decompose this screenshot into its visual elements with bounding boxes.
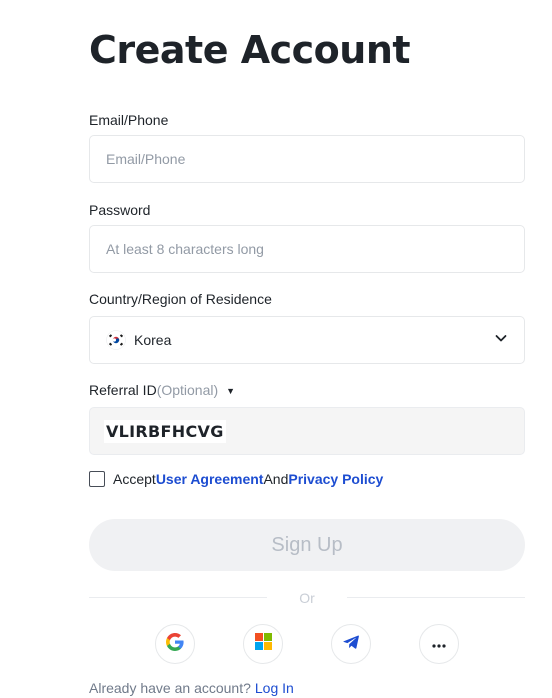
google-icon: [166, 632, 184, 656]
agreement-prefix: Accept: [113, 471, 156, 487]
email-input[interactable]: [90, 136, 524, 182]
agreement-checkbox[interactable]: [89, 471, 105, 487]
country-label: Country/Region of Residence: [89, 291, 272, 307]
referral-optional-label: (Optional): [156, 382, 219, 398]
privacy-policy-link[interactable]: Privacy Policy: [288, 471, 383, 487]
referral-toggle[interactable]: Referral ID(Optional) ▼: [89, 382, 235, 398]
sign-up-button[interactable]: Sign Up: [89, 519, 525, 571]
country-select[interactable]: Korea: [89, 316, 525, 364]
email-field-container: [89, 135, 525, 183]
password-input[interactable]: [90, 226, 524, 272]
user-agreement-link[interactable]: User Agreement: [156, 471, 264, 487]
log-in-link[interactable]: Log In: [255, 680, 294, 696]
telegram-icon: [342, 633, 360, 656]
login-prompt-text: Already have an account?: [89, 680, 251, 696]
page-title: Create Account: [89, 28, 411, 72]
referral-id-value: VLIRBFHCVG: [104, 419, 226, 443]
telegram-login-button[interactable]: [331, 624, 371, 664]
login-prompt: Already have an account? Log In: [89, 680, 294, 696]
agreement-row: Accept User Agreement And Privacy Policy: [89, 471, 383, 487]
password-label: Password: [89, 202, 151, 218]
more-icon: [431, 635, 447, 653]
korea-flag-icon: [106, 330, 126, 350]
caret-down-icon: ▼: [226, 386, 236, 396]
chevron-down-icon: [494, 331, 508, 350]
google-login-button[interactable]: [155, 624, 195, 664]
country-selected-value: Korea: [134, 332, 172, 348]
referral-label: Referral ID: [89, 382, 157, 398]
or-label: Or: [299, 590, 315, 606]
agreement-conjunction: And: [263, 471, 289, 487]
more-login-options-button[interactable]: [419, 624, 459, 664]
password-field-container: [89, 225, 525, 273]
email-label: Email/Phone: [89, 112, 169, 128]
microsoft-icon: [254, 633, 272, 655]
referral-id-field[interactable]: VLIRBFHCVG: [89, 407, 525, 455]
microsoft-login-button[interactable]: [243, 624, 283, 664]
